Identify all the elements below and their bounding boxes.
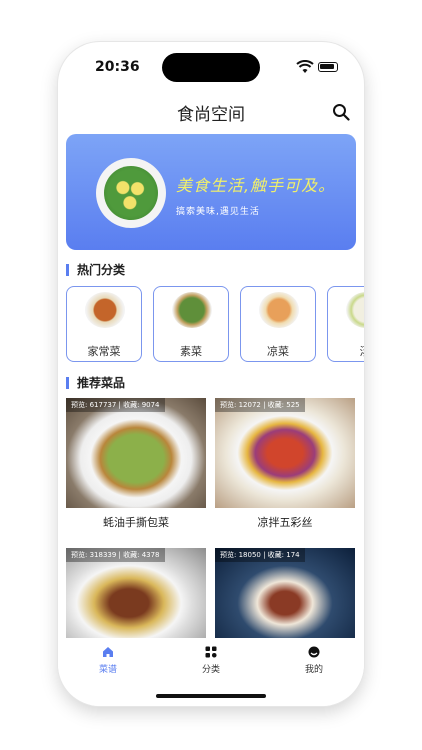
category-label: 素菜 bbox=[180, 345, 202, 358]
phone-screen: 20:36 食尚空间 美食生活,触手可及。 搞索美味,遇见生活 热门分类 家常菜… bbox=[58, 42, 364, 706]
dish-name: 凉拌五彩丝 bbox=[257, 516, 313, 529]
category-list: 家常菜 素菜 凉菜 汤 bbox=[66, 286, 364, 366]
status-bar: 20:36 bbox=[58, 42, 364, 88]
category-card[interactable]: 凉菜 bbox=[240, 286, 316, 362]
dish-image bbox=[66, 398, 206, 508]
section-title-hot-categories: 热门分类 bbox=[66, 264, 125, 276]
grid-icon bbox=[205, 646, 217, 658]
section-title-recommended: 推荐菜品 bbox=[66, 377, 125, 389]
battery-icon bbox=[318, 62, 338, 72]
dish-image bbox=[215, 398, 355, 508]
promo-banner[interactable]: 美食生活,触手可及。 搞索美味,遇见生活 bbox=[66, 134, 356, 250]
dish-card[interactable]: 预览: 617737 | 收藏: 9074 蚝油手撕包菜 bbox=[66, 398, 206, 538]
dish-stats: 预览: 18050 | 收藏: 174 bbox=[215, 548, 305, 562]
dynamic-island bbox=[162, 53, 260, 82]
category-image bbox=[346, 292, 364, 328]
wifi-icon bbox=[296, 60, 314, 73]
dish-card[interactable]: 预览: 18050 | 收藏: 174 bbox=[215, 548, 355, 658]
banner-headline: 美食生活,触手可及。 bbox=[176, 176, 336, 195]
dish-stats: 预览: 318339 | 收藏: 4378 bbox=[66, 548, 165, 562]
dish-stats: 预览: 12072 | 收藏: 525 bbox=[215, 398, 305, 412]
page-title: 食尚空间 bbox=[177, 105, 245, 125]
dish-name: 蚝油手撕包菜 bbox=[103, 516, 169, 529]
profile-icon bbox=[308, 646, 320, 658]
category-image bbox=[85, 292, 125, 328]
home-icon bbox=[103, 647, 113, 657]
tab-label: 我的 bbox=[304, 665, 323, 675]
category-card[interactable]: 汤 bbox=[327, 286, 364, 362]
tab-label: 菜谱 bbox=[98, 665, 117, 675]
dish-card[interactable]: 预览: 318339 | 收藏: 4378 bbox=[66, 548, 206, 658]
tab-categories[interactable]: 分类 bbox=[181, 646, 241, 675]
category-card[interactable]: 家常菜 bbox=[66, 286, 142, 362]
tab-recipes[interactable]: 菜谱 bbox=[78, 646, 138, 675]
category-image bbox=[172, 292, 212, 328]
banner-tagline: 搞索美味,遇见生活 bbox=[176, 207, 260, 217]
dish-stats: 预览: 617737 | 收藏: 9074 bbox=[66, 398, 165, 412]
category-label: 汤 bbox=[328, 343, 365, 359]
category-label: 家常菜 bbox=[87, 345, 121, 358]
category-card[interactable]: 素菜 bbox=[153, 286, 229, 362]
search-icon[interactable] bbox=[332, 103, 350, 121]
category-label: 凉菜 bbox=[267, 345, 289, 358]
status-time: 20:36 bbox=[95, 59, 140, 75]
dish-card[interactable]: 预览: 12072 | 收藏: 525 凉拌五彩丝 bbox=[215, 398, 355, 538]
home-indicator bbox=[156, 694, 266, 698]
tab-profile[interactable]: 我的 bbox=[284, 646, 344, 675]
tab-label: 分类 bbox=[201, 665, 220, 675]
salad-plate-image bbox=[96, 158, 166, 228]
category-image bbox=[259, 292, 299, 328]
